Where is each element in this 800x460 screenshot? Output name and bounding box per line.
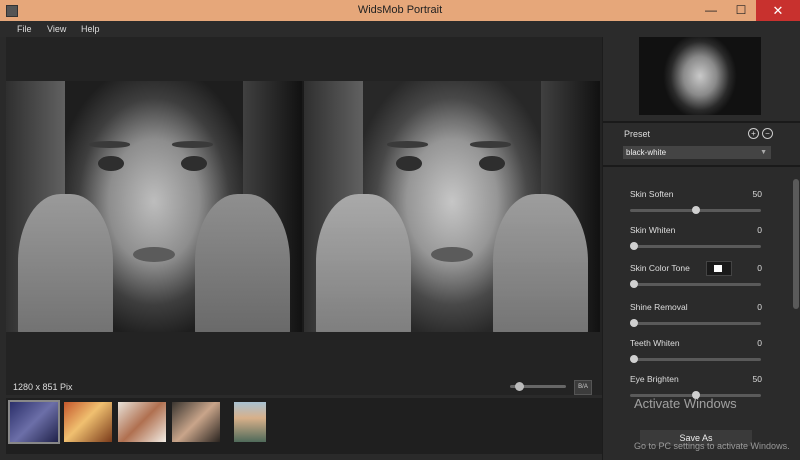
preset-label: Preset (624, 129, 651, 139)
menu-bar: File View Help (0, 21, 800, 37)
remove-preset-icon[interactable]: − (762, 128, 773, 139)
before-after-button[interactable]: B/A (574, 380, 592, 395)
slider-label: Shine Removal (630, 302, 688, 312)
retouched-image (304, 81, 600, 332)
slider-value: 0 (757, 338, 762, 348)
activation-watermark-subtitle: Go to PC settings to activate Windows. (634, 441, 790, 451)
close-button[interactable]: ✕ (756, 0, 800, 21)
slider-track[interactable] (630, 242, 761, 250)
thumbnail-1[interactable] (8, 400, 60, 444)
thumbnail-2[interactable] (64, 402, 112, 442)
menu-help[interactable]: Help (81, 24, 100, 34)
slider-label: Skin Color Tone (630, 263, 690, 273)
preset-value: black-white (626, 148, 667, 157)
thumbnail-4[interactable] (172, 402, 220, 442)
preview-image (639, 37, 761, 115)
window-title: WidsMob Portrait (357, 4, 443, 16)
slider-value: 0 (757, 302, 762, 312)
slider-value: 0 (757, 263, 762, 273)
slider-label: Eye Brighten (630, 374, 679, 384)
filmstrip (6, 398, 602, 454)
slider-skin-soften: Skin Soften 50 (630, 189, 762, 219)
slider-label: Teeth Whiten (630, 338, 680, 348)
activation-watermark-title: Activate Windows (634, 396, 737, 411)
slider-knob[interactable] (630, 355, 638, 363)
add-preset-icon[interactable]: + (748, 128, 759, 139)
slider-value: 50 (752, 374, 762, 384)
slider-value: 0 (757, 225, 762, 235)
sidebar-scrollbar[interactable] (793, 169, 799, 460)
slider-skin-color-tone: Skin Color Tone 0 (630, 261, 762, 293)
slider-shine-removal: Shine Removal 0 (630, 302, 762, 332)
maximize-button[interactable]: ☐ (726, 0, 756, 21)
original-image (6, 81, 302, 332)
slider-track[interactable] (630, 355, 761, 363)
slider-label: Skin Whiten (630, 225, 676, 235)
slider-track[interactable] (630, 319, 761, 327)
slider-value: 50 (752, 189, 762, 199)
minimize-button[interactable]: — (696, 0, 726, 21)
slider-track[interactable] (630, 280, 761, 288)
zoom-slider-knob[interactable] (514, 382, 524, 391)
menu-file[interactable]: File (17, 24, 32, 34)
slider-label: Skin Soften (630, 189, 674, 199)
slider-knob[interactable] (630, 319, 638, 327)
slider-teeth-whiten: Teeth Whiten 0 (630, 338, 762, 368)
title-bar: WidsMob Portrait — ☐ ✕ (0, 0, 800, 21)
menu-view[interactable]: View (47, 24, 66, 34)
thumbnail-3[interactable] (118, 402, 166, 442)
preset-select[interactable]: black-white ▼ (623, 146, 771, 159)
zoom-slider[interactable] (510, 382, 566, 391)
slider-track[interactable] (630, 206, 761, 214)
chevron-down-icon: ▼ (760, 149, 767, 156)
slider-skin-whiten: Skin Whiten 0 (630, 225, 762, 255)
scrollbar-thumb[interactable] (793, 179, 799, 309)
slider-knob[interactable] (691, 206, 700, 214)
thumbnail-5[interactable] (234, 402, 266, 442)
slider-knob[interactable] (630, 242, 638, 250)
image-resolution: 1280 x 851 Pix (13, 382, 73, 392)
color-swatch[interactable] (706, 261, 732, 276)
slider-knob[interactable] (630, 280, 638, 288)
